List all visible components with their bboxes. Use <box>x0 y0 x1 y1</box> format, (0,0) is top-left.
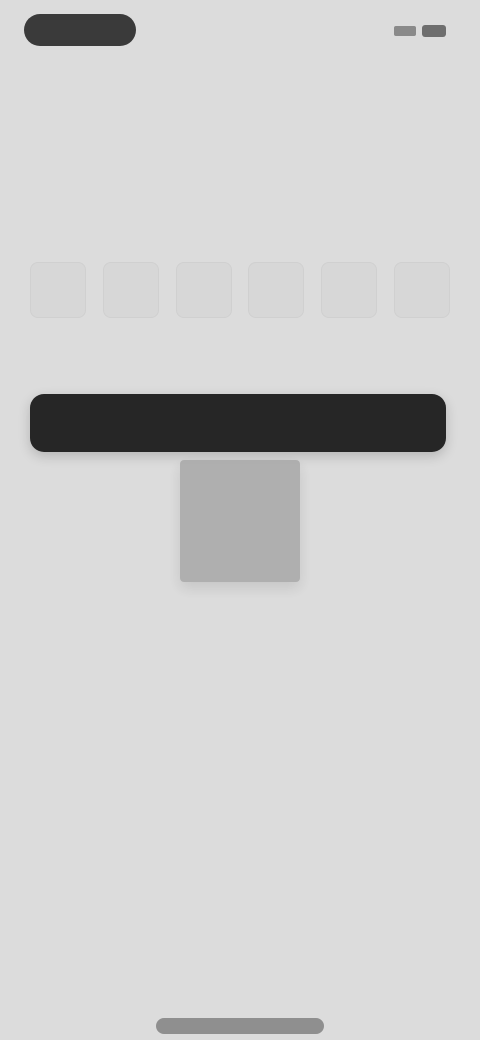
battery-icon <box>422 25 446 37</box>
verification-code-row <box>30 262 450 320</box>
status-bar <box>0 0 480 64</box>
code-digit-1[interactable] <box>30 262 86 318</box>
code-digit-2[interactable] <box>102 262 159 318</box>
status-icons <box>382 22 446 40</box>
code-digit-5[interactable] <box>321 262 378 318</box>
home-indicator[interactable] <box>156 1018 324 1034</box>
code-digit-4[interactable] <box>248 262 305 318</box>
keyboard-popover <box>180 460 300 582</box>
signal-icon <box>394 26 416 36</box>
verification-screen <box>0 0 480 1040</box>
code-digit-3[interactable] <box>175 262 232 318</box>
verify-button[interactable] <box>30 394 446 452</box>
code-digit-6[interactable] <box>393 262 450 318</box>
status-pill <box>24 14 136 46</box>
